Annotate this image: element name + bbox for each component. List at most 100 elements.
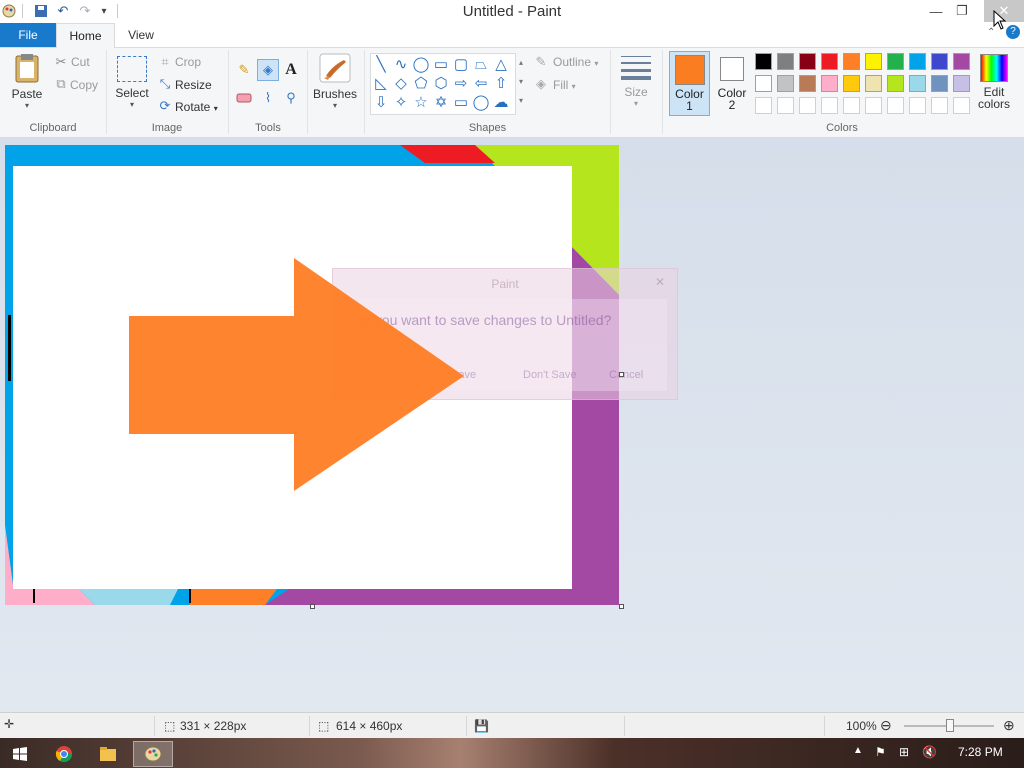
oval-callout-shape-icon[interactable]: ◯ — [473, 94, 490, 110]
rainbow-icon — [980, 54, 1008, 82]
palette-color-swatch[interactable] — [909, 53, 926, 70]
brushes-button[interactable]: Brushes ▾ — [312, 52, 358, 116]
paint-taskbar-button[interactable] — [133, 741, 173, 767]
up-arrow-shape-icon[interactable]: ⇧ — [493, 75, 509, 91]
start-button[interactable] — [0, 741, 40, 767]
palette-color-swatch[interactable] — [777, 53, 794, 70]
custom-color-slot[interactable] — [909, 97, 926, 114]
five-point-star-shape-icon[interactable]: ☆ — [413, 94, 429, 110]
rounded-rectangle-shape-icon[interactable]: ▢ — [453, 56, 469, 72]
oval-shape-icon[interactable]: ◯ — [413, 56, 430, 72]
dialog-cancel-button[interactable]: Cancel — [609, 369, 643, 381]
down-arrow-shape-icon[interactable]: ⇩ — [373, 94, 389, 110]
color1-number: 1 — [686, 99, 693, 113]
custom-color-slot[interactable] — [865, 97, 882, 114]
palette-color-swatch[interactable] — [865, 53, 882, 70]
palette-color-swatch[interactable] — [755, 75, 772, 92]
custom-color-slot[interactable] — [931, 97, 948, 114]
shapes-scroll[interactable]: ▴ ▾ ▾ — [515, 53, 527, 113]
eraser-icon[interactable] — [236, 90, 252, 106]
canvas-resize-handle-corner[interactable] — [619, 604, 624, 609]
zoom-out-icon[interactable]: ⊖ — [880, 717, 892, 734]
palette-color-swatch[interactable] — [755, 53, 772, 70]
palette-color-swatch[interactable] — [887, 75, 904, 92]
pencil-icon[interactable]: ✎ — [236, 62, 252, 78]
custom-color-slot[interactable] — [799, 97, 816, 114]
palette-color-swatch[interactable] — [909, 75, 926, 92]
custom-color-slot[interactable] — [777, 97, 794, 114]
dialog-save-button[interactable]: Save — [451, 369, 476, 381]
polygon-shape-icon[interactable]: ⏢ — [473, 56, 489, 72]
palette-color-swatch[interactable] — [777, 75, 794, 92]
palette-color-swatch[interactable] — [931, 75, 948, 92]
tab-file[interactable]: File — [0, 23, 56, 47]
palette-color-swatch[interactable] — [865, 75, 882, 92]
palette-color-swatch[interactable] — [843, 75, 860, 92]
cut-button[interactable]: Cut — [71, 55, 90, 69]
shapes-gallery[interactable]: ╲ ∿ ◯ ▭ ▢ ⏢ △ ◺ ◇ ⬠ ⬡ ⇨ ⇦ ⇧ ⇩ ✧ ☆ ✡ ▭ ◯ … — [370, 53, 516, 115]
fill-bucket-icon[interactable]: ◈ — [257, 59, 279, 81]
tab-view[interactable]: View — [113, 23, 169, 47]
diamond-shape-icon[interactable]: ◇ — [393, 75, 409, 91]
paste-button[interactable]: Paste ▾ — [6, 52, 48, 116]
palette-color-swatch[interactable] — [931, 53, 948, 70]
palette-color-swatch[interactable] — [799, 75, 816, 92]
copy-button[interactable]: Copy — [70, 78, 98, 92]
six-point-star-shape-icon[interactable]: ✡ — [433, 94, 449, 110]
fill-button[interactable]: Fill ▾ — [553, 78, 576, 92]
tab-home[interactable]: Home — [56, 23, 115, 48]
color1-button[interactable]: Color 1 — [669, 51, 710, 116]
palette-color-swatch[interactable] — [953, 75, 970, 92]
canvas-size-icon: ⬚ — [318, 719, 330, 733]
curve-shape-icon[interactable]: ∿ — [393, 56, 409, 72]
custom-color-slot[interactable] — [755, 97, 772, 114]
crop-button[interactable]: Crop — [175, 55, 201, 69]
rect-callout-shape-icon[interactable]: ▭ — [453, 94, 469, 110]
pentagon-shape-icon[interactable]: ⬠ — [413, 75, 429, 91]
custom-color-slot[interactable] — [843, 97, 860, 114]
network-icon[interactable]: ⊞ — [899, 745, 909, 759]
volume-muted-icon[interactable]: 🔇 — [922, 745, 937, 759]
restore-button[interactable]: ❐ — [947, 0, 977, 22]
right-triangle-shape-icon[interactable]: ◺ — [373, 75, 389, 91]
palette-color-swatch[interactable] — [953, 53, 970, 70]
cloud-callout-shape-icon[interactable]: ☁ — [493, 94, 509, 110]
dialog-dont-save-button[interactable]: Don't Save — [523, 369, 576, 381]
show-hidden-icons[interactable]: ▲ — [853, 745, 863, 756]
rectangle-shape-icon[interactable]: ▭ — [433, 56, 449, 72]
file-explorer-taskbar-button[interactable] — [88, 741, 128, 767]
color2-button[interactable]: Color 2 — [713, 51, 751, 116]
zoom-slider-thumb[interactable] — [946, 719, 954, 732]
palette-color-swatch[interactable] — [799, 53, 816, 70]
edit-colors-button[interactable]: Edit colors — [976, 52, 1012, 118]
custom-color-slot[interactable] — [953, 97, 970, 114]
custom-color-slot[interactable] — [887, 97, 904, 114]
triangle-shape-icon[interactable]: △ — [493, 56, 509, 72]
size-button[interactable]: Size ▾ — [616, 52, 656, 116]
text-tool-icon[interactable]: A — [283, 61, 299, 78]
zoom-in-icon[interactable]: ⊕ — [1003, 717, 1015, 734]
four-point-star-shape-icon[interactable]: ✧ — [393, 94, 409, 110]
action-center-flag-icon[interactable]: ⚑ — [875, 745, 886, 759]
palette-color-swatch[interactable] — [887, 53, 904, 70]
hexagon-shape-icon[interactable]: ⬡ — [433, 75, 449, 91]
color-picker-icon[interactable]: ⌇ — [260, 90, 276, 106]
palette-color-swatch[interactable] — [821, 53, 838, 70]
rotate-button[interactable]: Rotate ▾ — [175, 100, 218, 114]
palette-color-swatch[interactable] — [821, 75, 838, 92]
palette-color-swatch[interactable] — [843, 53, 860, 70]
right-arrow-shape-icon[interactable]: ⇨ — [453, 75, 469, 91]
help-icon[interactable]: ? — [1006, 25, 1020, 39]
canvas-resize-handle-right[interactable] — [619, 372, 624, 377]
magnifier-icon[interactable]: ⚲ — [283, 90, 299, 106]
select-button[interactable]: Select ▾ — [112, 54, 152, 118]
outline-button[interactable]: Outline ▾ — [553, 55, 598, 69]
left-arrow-shape-icon[interactable]: ⇦ — [473, 75, 489, 91]
custom-color-slot[interactable] — [821, 97, 838, 114]
dialog-close-icon[interactable]: ✕ — [655, 275, 665, 289]
canvas-resize-handle-bottom[interactable] — [310, 604, 315, 609]
line-shape-icon[interactable]: ╲ — [373, 56, 389, 72]
resize-button[interactable]: Resize — [175, 78, 212, 92]
clock[interactable]: 7:28 PM — [958, 745, 1003, 759]
chrome-taskbar-button[interactable] — [44, 741, 84, 767]
